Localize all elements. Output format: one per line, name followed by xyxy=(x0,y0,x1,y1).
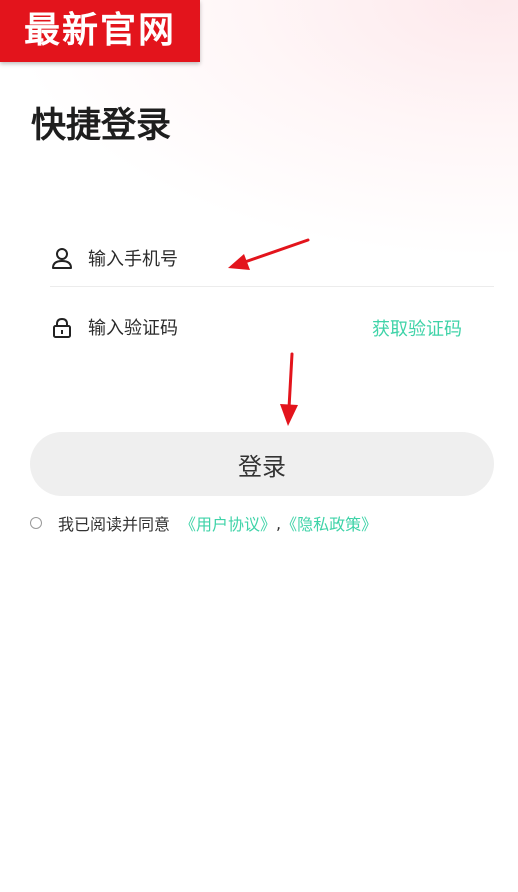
lock-icon xyxy=(50,316,74,340)
agreement-text: 我已阅读并同意 xyxy=(58,515,171,534)
login-button[interactable]: 登录 xyxy=(30,432,494,496)
code-input[interactable] xyxy=(88,313,372,343)
phone-field xyxy=(50,232,494,287)
privacy-policy-link[interactable]: 《隐私政策》 xyxy=(281,511,377,535)
agreement-row: 我已阅读并同意 《用户协议》 , 《隐私政策》 xyxy=(30,510,377,536)
agreement-radio[interactable] xyxy=(30,517,42,529)
watermark-badge: 最新官网 xyxy=(0,0,200,62)
user-agreement-link[interactable]: 《用户协议》 xyxy=(180,511,276,535)
code-field: 获取验证码 xyxy=(50,304,494,352)
user-icon xyxy=(50,247,74,271)
red-arrow-icon xyxy=(280,352,298,426)
watermark-text: 最新官网 xyxy=(23,10,176,51)
get-code-button[interactable]: 获取验证码 xyxy=(372,315,462,341)
phone-input[interactable] xyxy=(88,244,494,274)
page-title: 快捷登录 xyxy=(31,106,172,146)
